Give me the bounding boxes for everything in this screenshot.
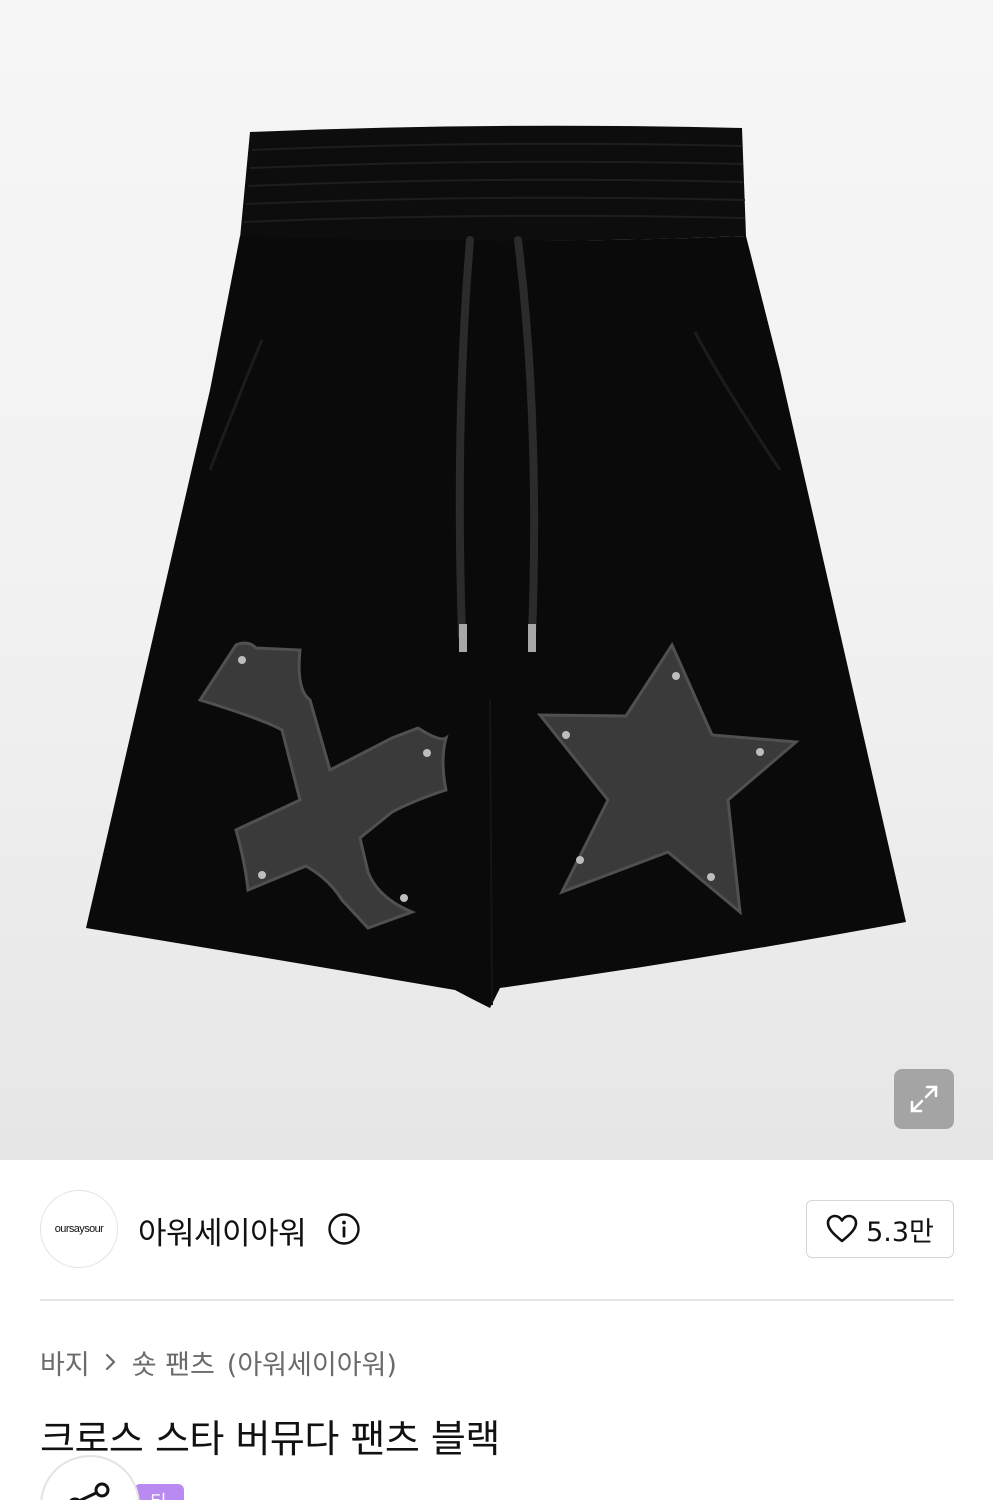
brand-logo[interactable]: oursaysour <box>40 1190 118 1268</box>
share-icon <box>69 1482 110 1500</box>
product-image[interactable] <box>0 0 993 1160</box>
heart-icon <box>826 1214 858 1243</box>
like-button[interactable]: 5.3만 <box>806 1200 954 1258</box>
product-title: 크로스 스타 버뮤다 팬츠 블랙 <box>40 1417 500 1461</box>
brand-row: oursaysour 아워세이아워 5.3만 <box>40 1190 954 1270</box>
expand-icon <box>910 1085 938 1113</box>
purple-tag[interactable]: 티 <box>134 1484 184 1500</box>
divider <box>40 1299 954 1301</box>
expand-image-button[interactable] <box>894 1069 954 1129</box>
breadcrumb-category[interactable]: 바지 <box>40 1343 90 1382</box>
like-count: 5.3만 <box>866 1216 934 1248</box>
chevron-right-icon <box>105 1353 115 1371</box>
breadcrumb-subcategory[interactable]: 숏 팬츠 <box>132 1343 215 1382</box>
info-icon[interactable] <box>327 1212 361 1246</box>
breadcrumb-brand[interactable]: (아워세이아워) <box>227 1343 397 1382</box>
shorts-illustration <box>86 125 906 1008</box>
brand-name[interactable]: 아워세이아워 <box>138 1208 307 1253</box>
breadcrumb: 바지 숏 팬츠 (아워세이아워) <box>40 1343 397 1382</box>
brand-logo-text: oursaysour <box>54 1223 104 1235</box>
